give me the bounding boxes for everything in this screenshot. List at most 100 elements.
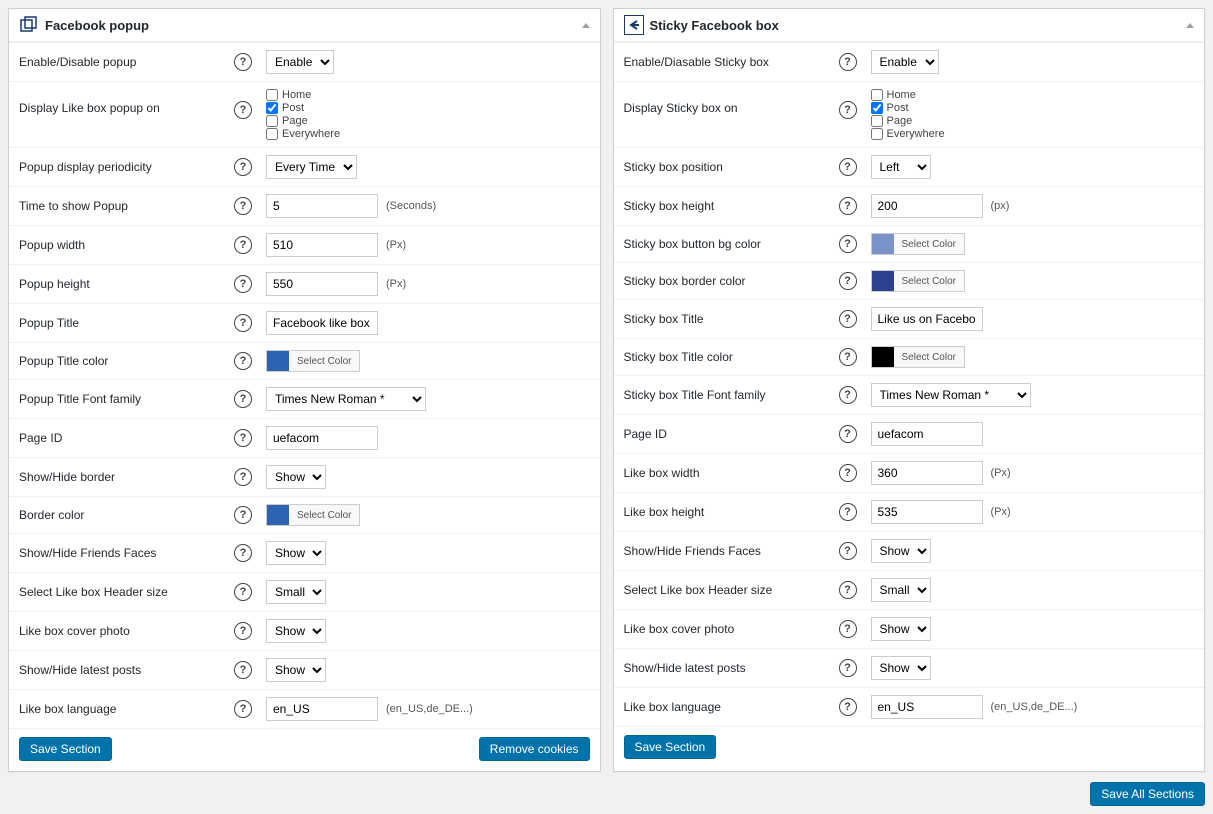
row-label: Show/Hide border — [19, 470, 234, 484]
help-icon[interactable]: ? — [234, 506, 252, 524]
help-icon[interactable]: ? — [839, 235, 857, 253]
help-icon[interactable]: ? — [839, 503, 857, 521]
remove-cookies-button[interactable]: Remove cookies — [479, 737, 590, 761]
font-select[interactable]: Times New Roman * — [266, 387, 426, 411]
help-icon[interactable]: ? — [839, 101, 857, 119]
row-label: Show/Hide Friends Faces — [624, 544, 839, 558]
lang-input[interactable] — [266, 697, 378, 721]
sticky-height-input[interactable] — [871, 194, 983, 218]
header-size-select[interactable]: Small — [266, 580, 326, 604]
collapse-toggle[interactable] — [582, 23, 590, 28]
help-icon[interactable]: ? — [839, 53, 857, 71]
help-icon[interactable]: ? — [234, 314, 252, 332]
help-icon[interactable]: ? — [839, 620, 857, 638]
row-label: Like box cover photo — [624, 622, 839, 636]
row-label: Sticky box border color — [624, 274, 839, 288]
position-select[interactable]: Left — [871, 155, 931, 179]
check-post[interactable] — [266, 102, 278, 114]
popup-title-input[interactable] — [266, 311, 378, 335]
help-icon[interactable]: ? — [839, 698, 857, 716]
height-input[interactable] — [266, 272, 378, 296]
row-label: Enable/Disable popup — [19, 55, 234, 69]
check-page[interactable] — [266, 115, 278, 127]
save-section-button[interactable]: Save Section — [19, 737, 112, 761]
cover-select[interactable]: Show — [266, 619, 326, 643]
help-icon[interactable]: ? — [839, 659, 857, 677]
help-icon[interactable]: ? — [839, 581, 857, 599]
enable-select[interactable]: Enable — [871, 50, 939, 74]
posts-select[interactable]: Show — [871, 656, 931, 680]
help-icon[interactable]: ? — [839, 386, 857, 404]
help-icon[interactable]: ? — [234, 275, 252, 293]
help-icon[interactable]: ? — [234, 158, 252, 176]
row-label: Like box width — [624, 466, 839, 480]
help-icon[interactable]: ? — [234, 661, 252, 679]
friends-select[interactable]: Show — [871, 539, 931, 563]
help-icon[interactable]: ? — [234, 101, 252, 119]
row-label: Show/Hide latest posts — [19, 663, 234, 677]
help-icon[interactable]: ? — [839, 464, 857, 482]
periodicity-select[interactable]: Every Time — [266, 155, 357, 179]
title-color-picker[interactable]: Select Color — [871, 346, 965, 368]
check-everywhere[interactable] — [266, 128, 278, 140]
help-icon[interactable]: ? — [234, 583, 252, 601]
panel-title: Facebook popup — [45, 18, 582, 33]
save-all-sections-button[interactable]: Save All Sections — [1090, 782, 1205, 806]
help-icon[interactable]: ? — [839, 425, 857, 443]
time-input[interactable] — [266, 194, 378, 218]
title-color-picker[interactable]: Select Color — [266, 350, 360, 372]
help-icon[interactable]: ? — [234, 352, 252, 370]
check-home[interactable] — [871, 89, 883, 101]
border-color-picker[interactable]: Select Color — [871, 270, 965, 292]
help-icon[interactable]: ? — [839, 272, 857, 290]
panel-title: Sticky Facebook box — [650, 18, 1187, 33]
border-color-picker[interactable]: Select Color — [266, 504, 360, 526]
help-icon[interactable]: ? — [234, 622, 252, 640]
enable-select[interactable]: Enable — [266, 50, 334, 74]
header-size-select[interactable]: Small — [871, 578, 931, 602]
row-label: Select Like box Header size — [624, 583, 839, 597]
help-icon[interactable]: ? — [234, 390, 252, 408]
friends-select[interactable]: Show — [266, 541, 326, 565]
lang-input[interactable] — [871, 695, 983, 719]
help-icon[interactable]: ? — [839, 348, 857, 366]
row-label: Display Like box popup on — [19, 89, 234, 115]
row-label: Sticky box Title color — [624, 350, 839, 364]
check-page[interactable] — [871, 115, 883, 127]
width-input[interactable] — [266, 233, 378, 257]
help-icon[interactable]: ? — [234, 53, 252, 71]
row-label: Popup height — [19, 277, 234, 291]
row-label: Like box language — [624, 700, 839, 714]
collapse-toggle[interactable] — [1186, 23, 1194, 28]
sticky-title-input[interactable] — [871, 307, 983, 331]
cover-select[interactable]: Show — [871, 617, 931, 641]
check-post[interactable] — [871, 102, 883, 114]
btn-bg-color-picker[interactable]: Select Color — [871, 233, 965, 255]
row-label: Page ID — [624, 427, 839, 441]
page-id-input[interactable] — [871, 422, 983, 446]
save-section-button[interactable]: Save Section — [624, 735, 717, 759]
help-icon[interactable]: ? — [234, 429, 252, 447]
help-icon[interactable]: ? — [234, 236, 252, 254]
check-everywhere[interactable] — [871, 128, 883, 140]
help-icon[interactable]: ? — [234, 700, 252, 718]
row-label: Show/Hide Friends Faces — [19, 546, 234, 560]
page-id-input[interactable] — [266, 426, 378, 450]
font-select[interactable]: Times New Roman * — [871, 383, 1031, 407]
help-icon[interactable]: ? — [839, 197, 857, 215]
help-icon[interactable]: ? — [839, 310, 857, 328]
display-on-checks: Home Post Page Everywhere — [871, 89, 945, 140]
help-icon[interactable]: ? — [839, 158, 857, 176]
help-icon[interactable]: ? — [234, 468, 252, 486]
row-label: Sticky box Title — [624, 312, 839, 326]
likebox-width-input[interactable] — [871, 461, 983, 485]
help-icon[interactable]: ? — [234, 544, 252, 562]
likebox-height-input[interactable] — [871, 500, 983, 524]
help-icon[interactable]: ? — [234, 197, 252, 215]
posts-select[interactable]: Show — [266, 658, 326, 682]
panel-facebook-popup: Facebook popup Enable/Disable popup ? En… — [8, 8, 601, 772]
border-select[interactable]: Show — [266, 465, 326, 489]
check-home[interactable] — [266, 89, 278, 101]
panel-header: Facebook popup — [9, 9, 600, 42]
help-icon[interactable]: ? — [839, 542, 857, 560]
